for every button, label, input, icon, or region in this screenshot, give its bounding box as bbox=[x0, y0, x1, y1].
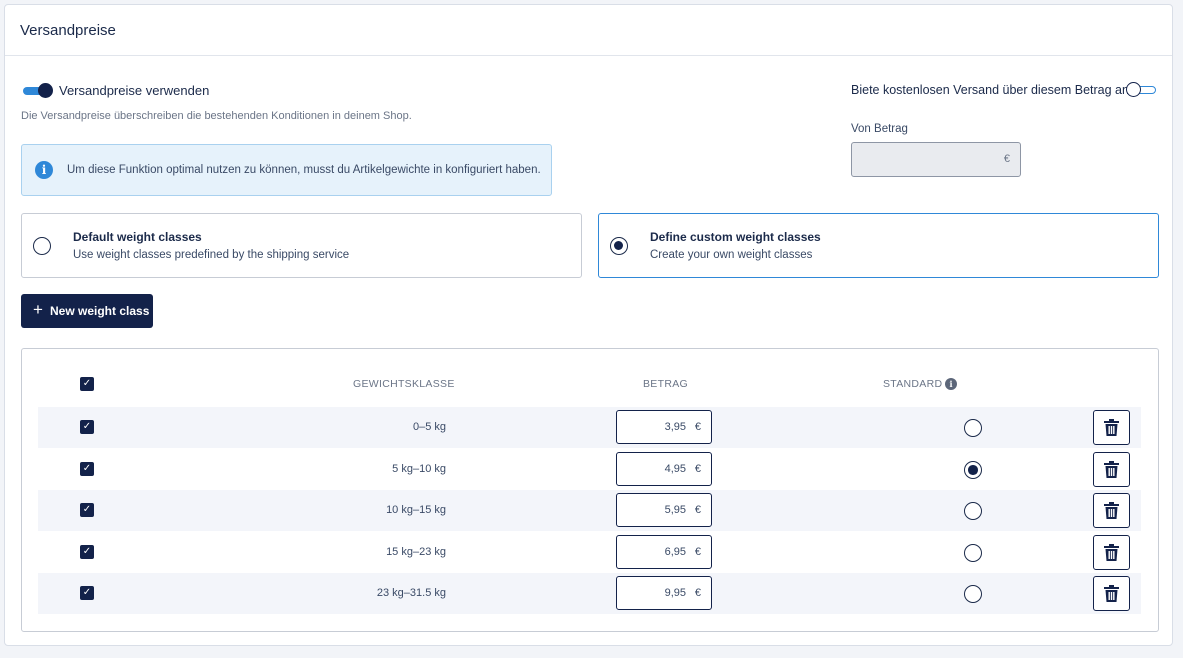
radio-dot bbox=[968, 465, 978, 475]
info-icon: i bbox=[35, 161, 53, 179]
trash-icon bbox=[1104, 502, 1119, 519]
new-weight-class-button[interactable]: + New weight class bbox=[21, 294, 153, 328]
currency-symbol: € bbox=[694, 504, 701, 516]
amount-input[interactable]: 3,95 € bbox=[616, 410, 712, 444]
shipping-prices-toggle-label: Versandpreise verwenden bbox=[59, 83, 210, 98]
weight-class-cell: 23 kg–31.5 kg bbox=[376, 587, 446, 599]
option-title: Define custom weight classes bbox=[650, 230, 821, 244]
option-description: Create your own weight classes bbox=[650, 249, 813, 261]
amount-input[interactable]: 4,95 € bbox=[616, 452, 712, 486]
option-radio[interactable] bbox=[610, 237, 628, 255]
currency-symbol: € bbox=[694, 587, 701, 599]
card-title: Versandpreise bbox=[20, 22, 116, 39]
trash-icon bbox=[1104, 585, 1119, 602]
weight-class-table: ✓ GEWICHTSKLASSE BETRAG STANDARD i ✓ 0–5… bbox=[21, 348, 1159, 632]
currency-symbol: € bbox=[694, 463, 701, 475]
delete-button[interactable] bbox=[1093, 493, 1130, 528]
row-checkbox[interactable]: ✓ bbox=[80, 420, 94, 434]
currency-symbol: € bbox=[694, 421, 701, 433]
shipping-prices-subtext: Die Versandpreise überschreiben die best… bbox=[21, 110, 412, 122]
currency-symbol: € bbox=[694, 546, 701, 558]
free-shipping-toggle[interactable] bbox=[1126, 82, 1158, 98]
weight-class-cell: 5 kg–10 kg bbox=[392, 463, 446, 475]
trash-icon bbox=[1104, 461, 1119, 478]
standard-radio[interactable] bbox=[964, 502, 982, 520]
option-default-weight-classes[interactable]: Default weight classes Use weight classe… bbox=[21, 213, 582, 278]
row-checkbox[interactable]: ✓ bbox=[80, 545, 94, 559]
toggle-knob bbox=[38, 83, 53, 98]
delete-button[interactable] bbox=[1093, 410, 1130, 445]
table-row: ✓ 23 kg–31.5 kg 9,95 € bbox=[38, 573, 1141, 614]
standard-radio[interactable] bbox=[964, 544, 982, 562]
currency-symbol: € bbox=[1003, 153, 1010, 165]
row-checkbox[interactable]: ✓ bbox=[80, 462, 94, 476]
trash-icon bbox=[1104, 419, 1119, 436]
info-text: Um diese Funktion optimal nutzen zu könn… bbox=[67, 164, 541, 176]
delete-button[interactable] bbox=[1093, 576, 1130, 611]
amount-input[interactable]: 6,95 € bbox=[616, 535, 712, 569]
free-shipping-label: Biete kostenlosen Versand über diesem Be… bbox=[851, 83, 1129, 97]
weight-class-cell: 15 kg–23 kg bbox=[386, 546, 446, 558]
amount-input[interactable]: 9,95 € bbox=[616, 576, 712, 610]
amount-value: 9,95 bbox=[664, 587, 686, 599]
radio-dot bbox=[614, 241, 623, 250]
plus-icon: + bbox=[33, 300, 43, 319]
select-all-checkbox[interactable]: ✓ bbox=[80, 377, 94, 391]
weight-class-cell: 10 kg–15 kg bbox=[386, 504, 446, 516]
amount-value: 3,95 bbox=[664, 421, 686, 433]
amount-input[interactable]: 5,95 € bbox=[616, 493, 712, 527]
table-row: ✓ 10 kg–15 kg 5,95 € bbox=[38, 490, 1141, 531]
header-amount: BETRAG bbox=[643, 378, 688, 390]
header-weight-class: GEWICHTSKLASSE bbox=[353, 378, 455, 390]
from-amount-label: Von Betrag bbox=[851, 123, 908, 135]
delete-button[interactable] bbox=[1093, 452, 1130, 487]
option-title: Default weight classes bbox=[73, 230, 202, 244]
table-row: ✓ 5 kg–10 kg 4,95 € bbox=[38, 449, 1141, 490]
card-header: Versandpreise bbox=[5, 5, 1172, 56]
option-custom-weight-classes[interactable]: Define custom weight classes Create your… bbox=[598, 213, 1159, 278]
standard-info-icon[interactable]: i bbox=[945, 378, 957, 390]
standard-radio[interactable] bbox=[964, 585, 982, 603]
new-weight-class-label: New weight class bbox=[50, 304, 150, 318]
delete-button[interactable] bbox=[1093, 535, 1130, 570]
shipping-prices-card: Versandpreise Versandpreise verwenden Di… bbox=[4, 4, 1173, 646]
header-standard: STANDARD bbox=[883, 378, 943, 390]
trash-icon bbox=[1104, 544, 1119, 561]
row-checkbox[interactable]: ✓ bbox=[80, 586, 94, 600]
amount-value: 4,95 bbox=[664, 463, 686, 475]
option-description: Use weight classes predefined by the shi… bbox=[73, 249, 350, 261]
table-row: ✓ 15 kg–23 kg 6,95 € bbox=[38, 532, 1141, 573]
weight-class-cell: 0–5 kg bbox=[412, 421, 446, 433]
shipping-prices-toggle[interactable] bbox=[23, 83, 53, 98]
from-amount-input[interactable]: € bbox=[851, 142, 1021, 177]
standard-radio[interactable] bbox=[964, 419, 982, 437]
table-row: ✓ 0–5 kg 3,95 € bbox=[38, 407, 1141, 448]
row-checkbox[interactable]: ✓ bbox=[80, 503, 94, 517]
standard-radio[interactable] bbox=[964, 461, 982, 479]
option-radio[interactable] bbox=[33, 237, 51, 255]
toggle-knob bbox=[1126, 82, 1141, 97]
amount-value: 6,95 bbox=[664, 546, 686, 558]
info-banner: i Um diese Funktion optimal nutzen zu kö… bbox=[21, 144, 552, 196]
amount-value: 5,95 bbox=[664, 504, 686, 516]
